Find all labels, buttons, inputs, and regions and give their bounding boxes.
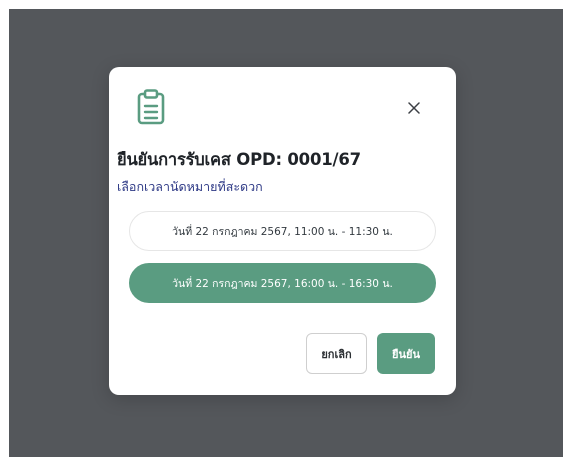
dialog-title: ยืนยันการรับเคส OPD: 0001/67 — [117, 150, 361, 169]
close-button[interactable] — [403, 97, 425, 119]
confirm-appointment-dialog: ยืนยันการรับเคส OPD: 0001/67 เลือกเวลานั… — [109, 67, 456, 395]
time-slot-label: วันที่ 22 กรกฎาคม 2567, 11:00 น. - 11:30… — [172, 225, 393, 238]
time-slot-option-selected[interactable]: วันที่ 22 กรกฎาคม 2567, 16:00 น. - 16:30… — [129, 263, 436, 303]
cancel-button[interactable]: ยกเลิก — [306, 333, 367, 374]
confirm-button[interactable]: ยืนยัน — [377, 333, 435, 374]
time-slot-label: วันที่ 22 กรกฎาคม 2567, 16:00 น. - 16:30… — [172, 277, 393, 290]
time-slot-option[interactable]: วันที่ 22 กรกฎาคม 2567, 11:00 น. - 11:30… — [129, 211, 436, 251]
close-icon — [408, 99, 420, 118]
clipboard-icon — [136, 89, 166, 125]
dialog-subtitle: เลือกเวลานัดหมายที่สะดวก — [117, 179, 263, 194]
